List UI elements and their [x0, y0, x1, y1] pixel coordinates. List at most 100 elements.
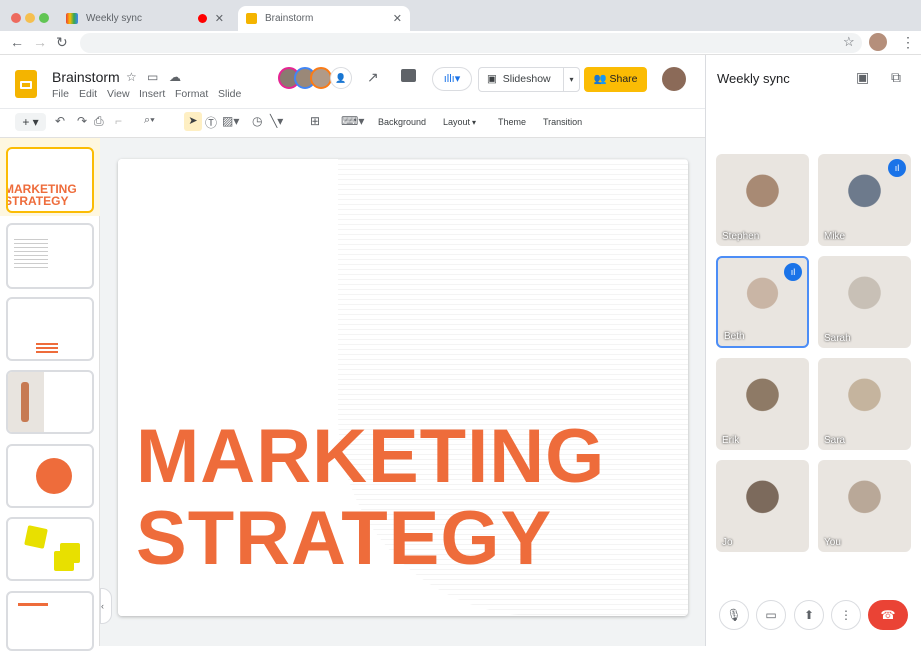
line-icon[interactable]: ╲▾: [270, 114, 283, 128]
add-comment-icon[interactable]: ⊞: [310, 114, 320, 128]
participant-tile[interactable]: Stephen: [716, 154, 809, 246]
theme-button[interactable]: Theme: [498, 117, 526, 127]
slideshow-dropdown[interactable]: ▾: [563, 68, 579, 91]
menu-file[interactable]: File: [52, 88, 69, 100]
forward-icon[interactable]: →: [33, 34, 47, 50]
slide-thumbnail-2[interactable]: [6, 223, 94, 289]
participant-name: Mike: [824, 231, 846, 242]
maximize-window-button[interactable]: [39, 13, 49, 23]
speaking-indicator-icon: ıl: [784, 263, 802, 281]
slide-thumbnail-5[interactable]: [6, 444, 94, 508]
share-label: Share: [609, 73, 638, 85]
participant-tile[interactable]: Jo: [716, 460, 809, 552]
slide-thumbnail-3[interactable]: [6, 297, 94, 361]
bookmark-star-icon[interactable]: ☆: [843, 34, 855, 50]
thumb-title: STRATEGY: [6, 194, 69, 208]
participant-tile[interactable]: Sara: [818, 358, 911, 450]
participant-name: Jo: [722, 537, 733, 548]
paint-format-icon[interactable]: ⌐: [115, 114, 122, 128]
comments-icon[interactable]: [401, 69, 416, 82]
participant-tile[interactable]: Sarah: [818, 256, 911, 348]
slide-title-line-1[interactable]: MARKETING: [136, 417, 605, 497]
star-icon[interactable]: ☆: [126, 70, 137, 84]
keyboard-input-icon[interactable]: ⌨▾: [341, 114, 364, 128]
open-in-new-icon[interactable]: ⧉: [891, 69, 901, 86]
share-button[interactable]: 👥 Share: [584, 67, 647, 92]
people-icon: 👥: [593, 73, 607, 85]
profile-avatar[interactable]: [869, 33, 887, 51]
meet-icon: [66, 13, 78, 24]
filmstrip[interactable]: MARKETING STRATEGY: [0, 137, 100, 651]
slide-thumbnail-4[interactable]: [6, 370, 94, 434]
tab-weekly-sync[interactable]: Weekly sync ✕: [58, 6, 232, 31]
slide-thumbnail-7[interactable]: [6, 591, 94, 651]
participant-name: Sarah: [824, 333, 851, 344]
shape-icon[interactable]: ◷: [252, 114, 262, 128]
move-folder-icon[interactable]: ▭: [147, 70, 158, 84]
slide-thumbnail-6[interactable]: [6, 517, 94, 581]
participant-name: Beth: [724, 331, 745, 342]
close-tab-icon[interactable]: ✕: [215, 12, 224, 25]
document-title[interactable]: Brainstorm: [52, 69, 120, 85]
cloud-saved-icon[interactable]: ☁: [169, 70, 181, 84]
new-slide-button[interactable]: + ▾: [15, 113, 46, 131]
minimize-window-button[interactable]: [25, 13, 35, 23]
close-tab-icon[interactable]: ✕: [393, 12, 402, 25]
participant-tile[interactable]: Beth ıl: [716, 256, 809, 348]
slides-logo[interactable]: [15, 70, 37, 98]
participant-name: Erik: [722, 435, 740, 446]
menu-view[interactable]: View: [107, 88, 130, 100]
omnibox[interactable]: [80, 33, 862, 53]
browser-menu-icon[interactable]: ⋮: [901, 34, 915, 51]
picture-in-picture-icon[interactable]: ▣: [856, 69, 869, 86]
divider: [0, 108, 705, 109]
slideshow-button[interactable]: ▣ Slideshow ▾: [478, 67, 580, 92]
microphone-button[interactable]: 🎙: [719, 600, 749, 630]
zoom-icon[interactable]: ⌕▾: [144, 114, 155, 127]
reload-icon[interactable]: ↻: [56, 34, 68, 51]
meet-call-button[interactable]: ıllı▾: [432, 67, 472, 91]
speaking-indicator-icon: ıl: [888, 159, 906, 177]
end-call-button[interactable]: ☎: [868, 600, 908, 630]
recording-icon: [197, 14, 207, 23]
address-bar-row: ← → ↻ ☆ ⋮: [0, 31, 921, 55]
collapse-filmstrip-button[interactable]: ‹: [100, 588, 112, 624]
transition-button[interactable]: Transition: [543, 117, 582, 127]
menu-slide[interactable]: Slide: [218, 88, 241, 100]
print-icon[interactable]: ⎙: [94, 114, 104, 129]
browser-tab-bar: Weekly sync ✕ Brainstorm ✕: [0, 0, 921, 31]
undo-icon[interactable]: ↶: [55, 114, 65, 128]
participant-tile[interactable]: Erik: [716, 358, 809, 450]
camera-button[interactable]: ▭: [756, 600, 786, 630]
back-icon[interactable]: ←: [10, 34, 24, 50]
participant-name: Sara: [824, 435, 846, 446]
menu-insert[interactable]: Insert: [139, 88, 165, 100]
collaborator-avatar[interactable]: [310, 67, 332, 89]
select-tool-icon[interactable]: ➤: [184, 112, 202, 131]
slide-title-line-2[interactable]: STRATEGY: [136, 499, 552, 579]
background-button[interactable]: Background: [378, 117, 426, 127]
participant-tile[interactable]: Mike ıl: [818, 154, 911, 246]
layout-dropdown-icon[interactable]: ▾: [472, 118, 476, 127]
activity-trend-icon[interactable]: ↗: [367, 69, 379, 86]
menu-edit[interactable]: Edit: [79, 88, 97, 100]
tab-brainstorm[interactable]: Brainstorm ✕: [238, 6, 410, 31]
account-avatar[interactable]: [662, 67, 686, 91]
text-box-icon[interactable]: Ⓣ: [205, 114, 217, 131]
slide-canvas[interactable]: MARKETING STRATEGY ‹: [100, 137, 705, 646]
tab-label: Brainstorm: [265, 13, 314, 24]
present-screen-button[interactable]: ⬆: [794, 600, 824, 630]
slide[interactable]: MARKETING STRATEGY: [118, 159, 688, 616]
more-options-button[interactable]: ⋮: [831, 600, 861, 630]
participant-tile[interactable]: You: [818, 460, 911, 552]
present-to-meeting-icon[interactable]: 👤: [330, 67, 352, 89]
participant-name: You: [824, 537, 841, 548]
play-icon: ▣: [487, 73, 497, 85]
meet-title: Weekly sync: [717, 71, 790, 86]
layout-button[interactable]: Layout: [443, 117, 470, 127]
image-icon[interactable]: ▨▾: [222, 114, 239, 128]
close-window-button[interactable]: [11, 13, 21, 23]
redo-icon[interactable]: ↷: [77, 114, 87, 128]
menu-format[interactable]: Format: [175, 88, 208, 100]
slide-thumbnail-1[interactable]: MARKETING STRATEGY: [6, 147, 94, 213]
